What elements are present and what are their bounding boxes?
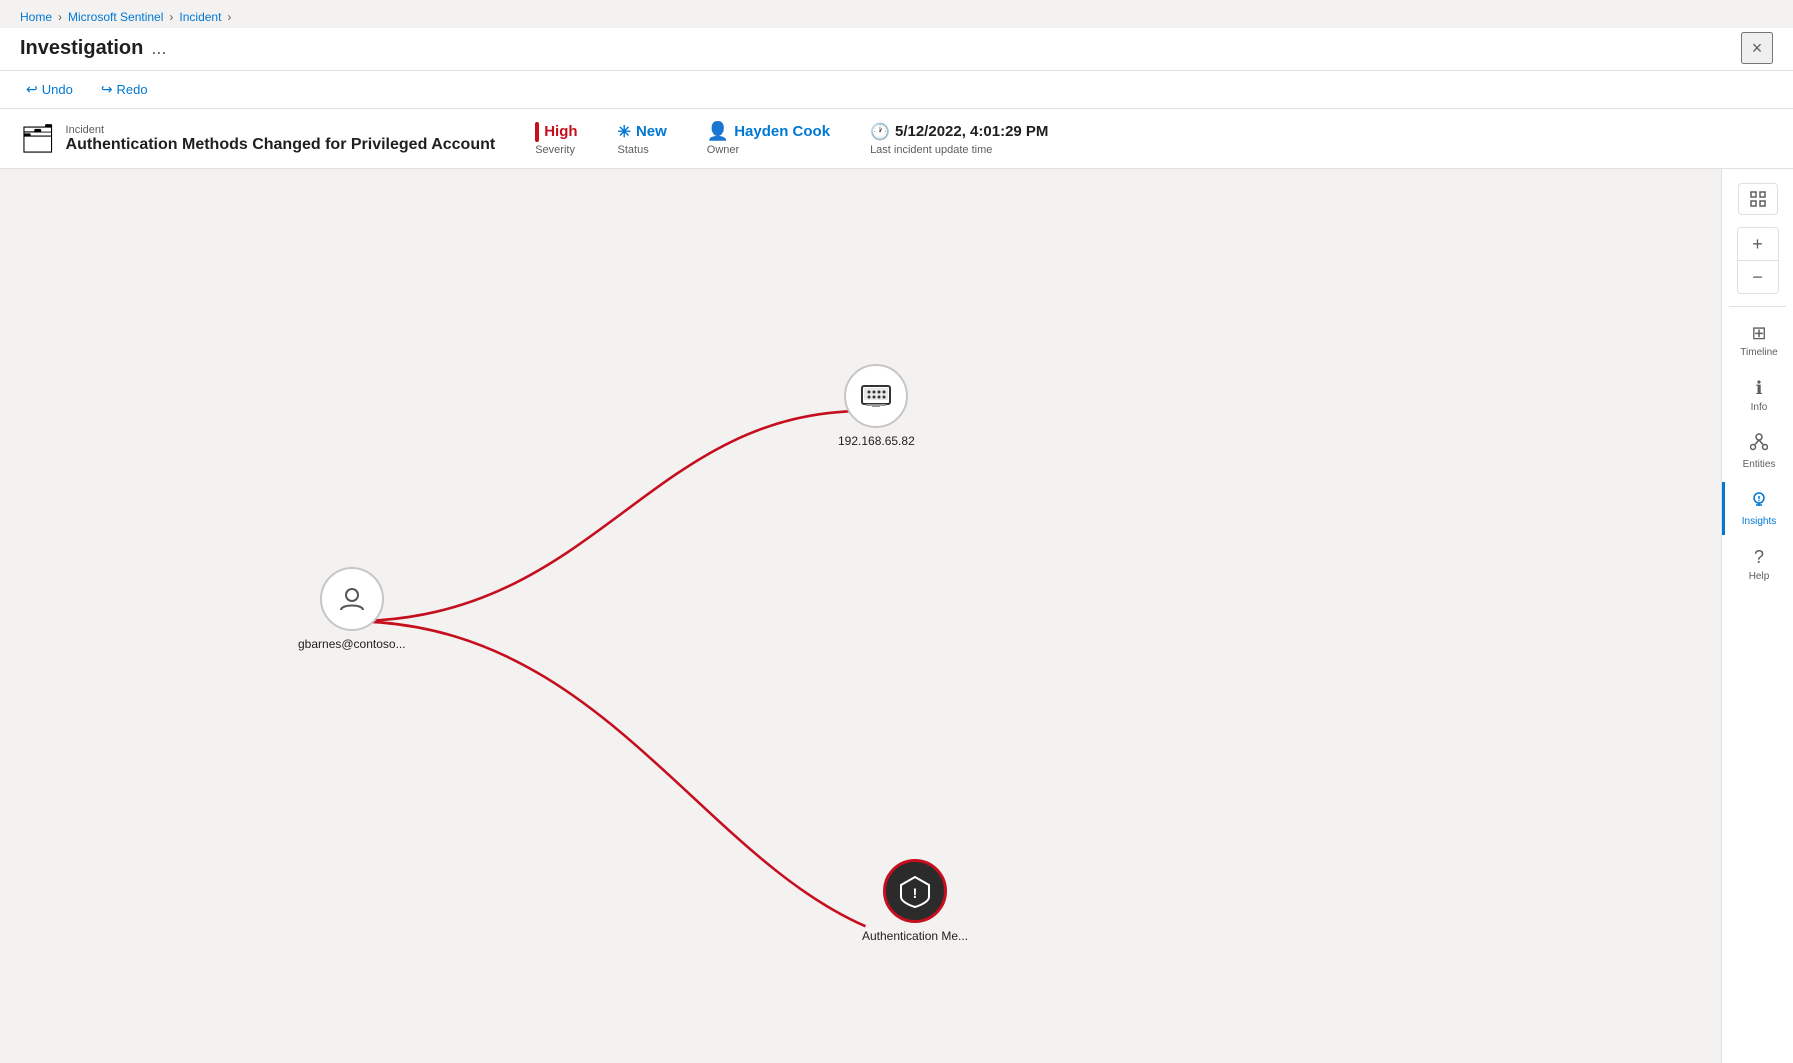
- redo-button[interactable]: ↪ Redo: [95, 77, 154, 102]
- entities-panel-button[interactable]: Entities: [1722, 425, 1793, 478]
- breadcrumb-sentinel[interactable]: Microsoft Sentinel: [68, 10, 163, 24]
- user-node-label: gbarnes@contoso...: [298, 637, 406, 651]
- incident-meta: High Severity ✳ New Status 👤 Hayden Cook…: [535, 121, 1048, 156]
- alert-node-label: Authentication Me...: [862, 929, 968, 943]
- undo-button[interactable]: ↩ Undo: [20, 77, 79, 102]
- title-ellipsis[interactable]: ...: [151, 38, 166, 59]
- status-icon: ✳: [618, 122, 631, 142]
- fit-view-button[interactable]: [1738, 183, 1778, 215]
- incident-type-label: Incident: [66, 124, 496, 136]
- ip-node-label: 192.168.65.82: [838, 434, 915, 448]
- zoom-out-button[interactable]: −: [1738, 261, 1778, 293]
- breadcrumb-incident[interactable]: Incident: [179, 10, 221, 24]
- zoom-group: + −: [1737, 227, 1779, 294]
- severity-value: High: [544, 123, 577, 140]
- status-label: Status: [618, 144, 649, 156]
- alert-node[interactable]: ! Authentication Me...: [862, 859, 968, 943]
- toolbar: ↩ Undo ↪ Redo: [0, 71, 1793, 109]
- owner-icon: 👤: [707, 121, 729, 142]
- incident-title: Authentication Methods Changed for Privi…: [66, 136, 496, 154]
- main-content: 192.168.65.82 gbarnes@contoso... ! Authe…: [0, 169, 1793, 1063]
- zoom-in-button[interactable]: +: [1738, 228, 1778, 260]
- clock-icon: 🕐: [870, 122, 890, 142]
- graph-svg: [0, 169, 1721, 1063]
- entities-icon: [1750, 433, 1768, 456]
- user-node[interactable]: gbarnes@contoso...: [298, 567, 406, 651]
- page-title: Investigation: [20, 37, 143, 60]
- graph-area[interactable]: 192.168.65.82 gbarnes@contoso... ! Authe…: [0, 169, 1721, 1063]
- status-item: ✳ New Status: [618, 122, 667, 156]
- incident-title-section: 🗂 Incident Authentication Methods Change…: [20, 122, 495, 155]
- close-button[interactable]: ×: [1741, 32, 1773, 64]
- severity-item: High Severity: [535, 122, 577, 156]
- owner-value: Hayden Cook: [734, 123, 830, 140]
- severity-label: Severity: [535, 144, 575, 156]
- breadcrumb-home[interactable]: Home: [20, 10, 52, 24]
- info-icon: ℹ: [1756, 378, 1763, 399]
- title-bar: Investigation ... ×: [0, 28, 1793, 71]
- insights-panel-button[interactable]: Insights: [1722, 482, 1793, 535]
- timeline-icon: ⊞: [1751, 323, 1766, 344]
- user-node-circle: [320, 567, 384, 631]
- alert-node-circle: !: [883, 859, 947, 923]
- insights-icon: [1750, 490, 1768, 513]
- breadcrumb: Home › Microsoft Sentinel › Incident ›: [0, 0, 1793, 28]
- datetime-value: 5/12/2022, 4:01:29 PM: [895, 123, 1048, 140]
- datetime-label: Last incident update time: [870, 144, 992, 156]
- ip-node-circle: [844, 364, 908, 428]
- redo-icon: ↪: [101, 81, 113, 98]
- owner-label: Owner: [707, 144, 739, 156]
- info-panel-button[interactable]: ℹ Info: [1722, 370, 1793, 421]
- right-panel: + − ⊞ Timeline ℹ Info: [1721, 169, 1793, 1063]
- incident-icon: 🗂: [20, 122, 56, 155]
- datetime-item: 🕐 5/12/2022, 4:01:29 PM Last incident up…: [870, 122, 1048, 156]
- help-icon: ?: [1754, 547, 1764, 568]
- status-value: New: [636, 123, 667, 140]
- severity-bar: [535, 122, 539, 142]
- undo-icon: ↩: [26, 81, 38, 98]
- ip-node[interactable]: 192.168.65.82: [838, 364, 915, 448]
- timeline-panel-button[interactable]: ⊞ Timeline: [1722, 315, 1793, 366]
- incident-header: 🗂 Incident Authentication Methods Change…: [0, 109, 1793, 169]
- help-panel-button[interactable]: ? Help: [1722, 539, 1793, 590]
- fit-icon: [1749, 190, 1767, 208]
- svg-text:!: !: [913, 885, 918, 901]
- owner-item: 👤 Hayden Cook Owner: [707, 121, 830, 156]
